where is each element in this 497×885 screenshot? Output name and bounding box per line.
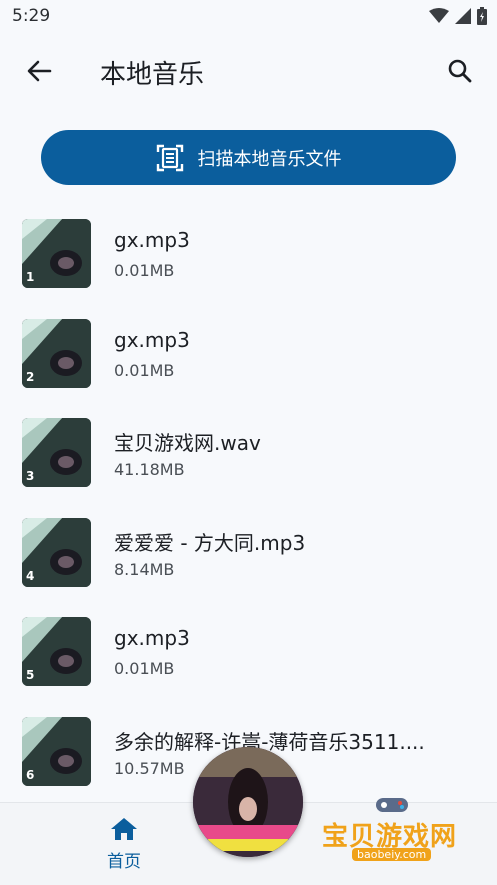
album-art-thumbnail: 5 [22,617,91,686]
song-size: 8.14MB [114,559,175,579]
back-button[interactable] [22,54,56,88]
nav-home-tab[interactable]: 首页 [92,817,156,872]
signal-icon [455,8,471,24]
song-title: gx.mp3 [114,327,190,352]
track-number: 5 [26,668,35,682]
status-bar: 5:29 [0,0,497,34]
list-item[interactable]: 5 gx.mp3 0.01MB [0,608,497,708]
watermark-url: baobeiy.com [352,848,432,861]
list-item[interactable]: 1 gx.mp3 0.01MB [0,210,497,310]
song-size: 41.18MB [114,460,185,479]
wifi-icon [429,8,449,23]
song-size: 10.57MB [114,758,185,778]
watermark-logo: 宝贝游戏网 baobeiy.com [318,790,468,870]
page-title: 本地音乐 [100,60,205,90]
home-icon [111,818,137,840]
list-item[interactable]: 2 gx.mp3 0.01MB [0,310,497,410]
search-icon [448,59,472,83]
list-item[interactable]: 3 宝贝游戏网.wav 41.18MB [0,409,497,509]
arrow-left-icon [27,60,52,82]
song-title: gx.mp3 [114,228,190,252]
song-list: 1 gx.mp3 0.01MB 2 gx.mp3 0.01MB 3 宝贝游戏网.… [0,210,497,807]
track-number: 1 [26,270,35,284]
document-scan-icon [156,144,183,171]
song-title: gx.mp3 [114,626,190,650]
song-size: 0.01MB [114,261,175,280]
battery-icon [477,7,487,25]
album-art-thumbnail: 2 [22,318,91,388]
album-art-thumbnail: 6 [22,716,91,786]
now-playing-disc-button[interactable] [193,747,303,857]
status-icons [429,7,487,25]
song-title: 爱爱爱 - 方大同.mp3 [114,530,306,555]
scan-local-music-button[interactable]: 扫描本地音乐文件 [41,130,456,185]
search-button[interactable] [443,54,477,88]
song-title: 多余的解释-许嵩-薄荷音乐3511.... [114,729,425,754]
scan-button-label: 扫描本地音乐文件 [197,148,342,170]
song-title: 宝贝游戏网.wav [114,431,261,455]
song-size: 0.01MB [114,360,175,380]
album-art-thumbnail: 3 [22,418,91,487]
album-cover-image [193,747,303,857]
album-art-thumbnail: 1 [22,219,91,288]
app-bar: 本地音乐 [0,36,497,108]
gamepad-icon [376,798,408,812]
track-number: 4 [26,568,35,583]
song-size: 0.01MB [114,659,175,678]
track-number: 3 [26,469,35,483]
list-item[interactable]: 4 爱爱爱 - 方大同.mp3 8.14MB [0,509,497,609]
status-time: 5:29 [12,6,51,26]
track-number: 6 [26,767,35,782]
track-number: 2 [26,369,35,384]
album-art-thumbnail: 4 [22,517,91,587]
nav-home-label: 首页 [107,852,141,872]
